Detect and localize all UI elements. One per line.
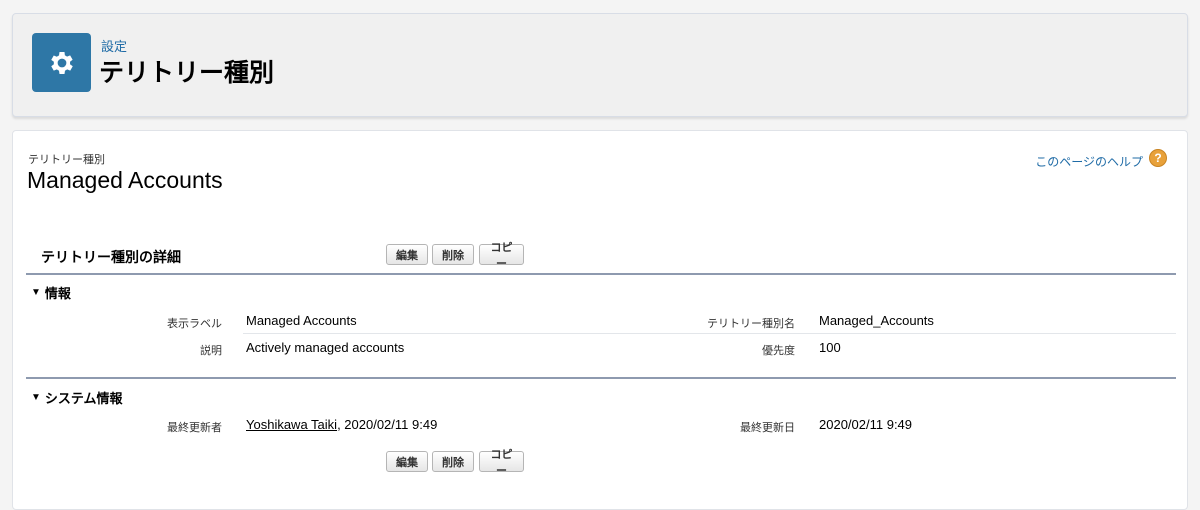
detail-section-title: テリトリー種別の詳細 [41, 249, 181, 265]
page-header: 設定 テリトリー種別 [12, 13, 1188, 117]
field-value-priority: 100 [819, 340, 841, 355]
delete-button[interactable]: 削除 [432, 244, 474, 265]
field-label-display-label: 表示ラベル [167, 318, 222, 330]
field-label-api-name: テリトリー種別名 [707, 318, 795, 330]
help-link[interactable]: このページのヘルプ [1035, 153, 1143, 170]
record-name: Managed Accounts [27, 167, 223, 193]
field-label-last-modified-date: 最終更新日 [740, 422, 795, 434]
field-label-description: 説明 [200, 345, 222, 357]
info-section-header[interactable]: ▼ 情報 [31, 283, 71, 302]
copy-button-bottom[interactable]: コピー [479, 449, 524, 477]
edit-button-bottom[interactable]: 編集 [386, 451, 428, 472]
field-value-last-modified-date: 2020/02/11 9:49 [819, 417, 913, 432]
gear-icon [32, 33, 91, 92]
row-divider [243, 333, 1176, 334]
edit-button[interactable]: 編集 [386, 244, 428, 265]
field-label-priority: 優先度 [762, 345, 795, 357]
system-info-section-header[interactable]: ▼ システム情報 [31, 388, 123, 407]
collapse-triangle-icon[interactable]: ▼ [31, 392, 41, 403]
copy-button[interactable]: コピー [479, 242, 524, 270]
help-icon[interactable]: ? [1149, 149, 1167, 167]
detail-panel: テリトリー種別 Managed Accounts このページのヘルプ ? テリト… [12, 130, 1188, 510]
field-label-last-modified-by: 最終更新者 [167, 422, 222, 434]
field-value-display-label: Managed Accounts [246, 313, 357, 328]
field-value-last-modified-by: Yoshikawa Taiki, 2020/02/11 9:49 [246, 417, 437, 432]
user-link[interactable]: Yoshikawa Taiki [246, 417, 337, 432]
collapse-triangle-icon[interactable]: ▼ [31, 287, 41, 298]
section-divider [26, 273, 1176, 275]
section-divider [26, 377, 1176, 379]
delete-button-bottom[interactable]: 削除 [432, 451, 474, 472]
field-value-api-name: Managed_Accounts [819, 313, 934, 328]
system-info-section-title: システム情報 [44, 391, 123, 406]
info-section-title: 情報 [44, 286, 71, 301]
modified-date-text: , 2020/02/11 9:49 [337, 417, 438, 432]
field-value-description: Actively managed accounts [246, 340, 405, 355]
record-type-label: テリトリー種別 [28, 154, 105, 166]
page-title: テリトリー種別 [99, 59, 275, 87]
